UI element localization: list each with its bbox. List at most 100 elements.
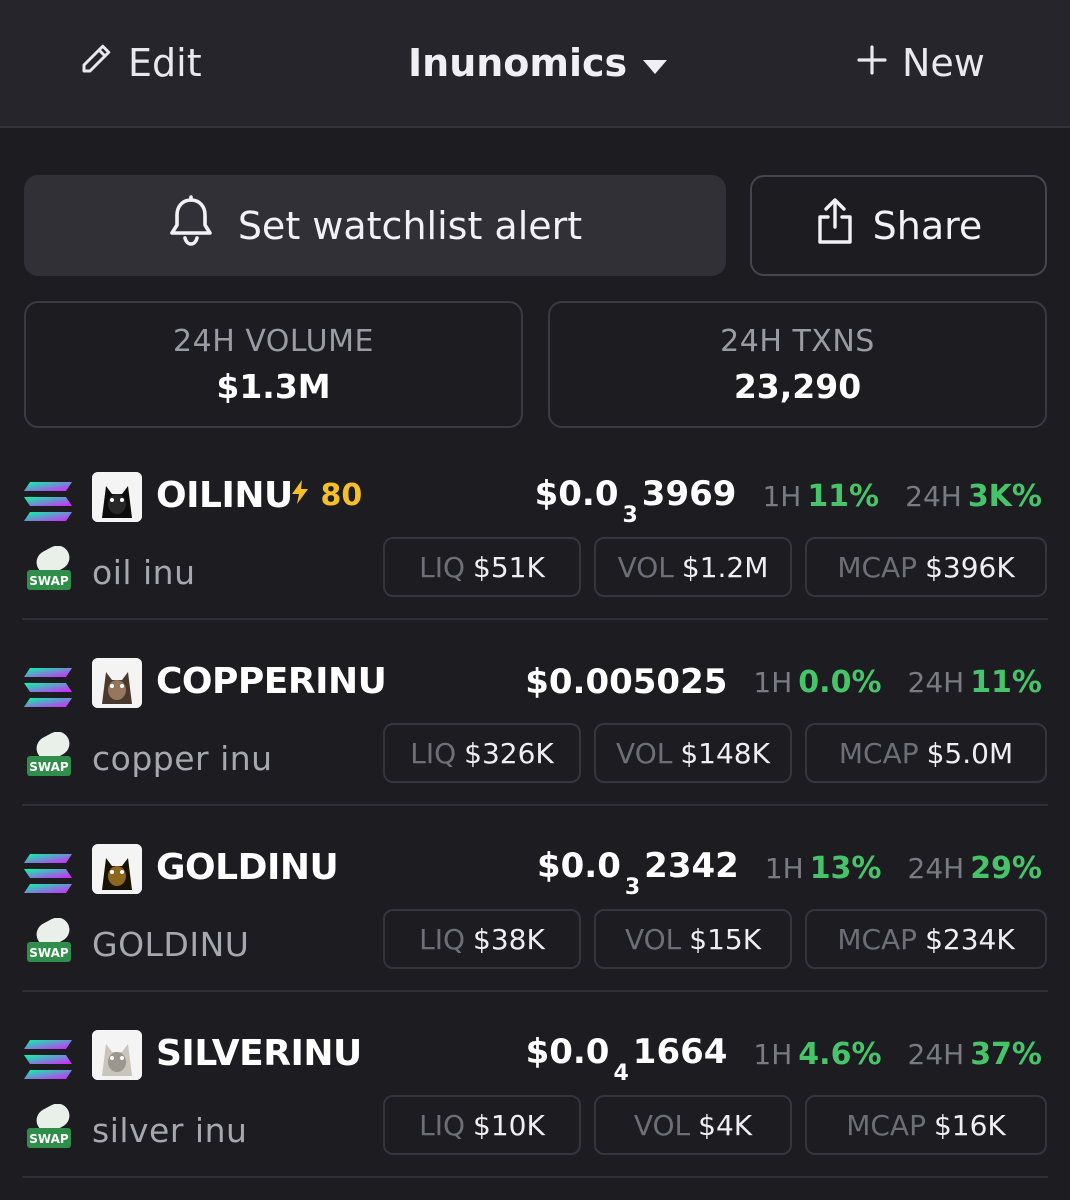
dex-badge-text: SWAP bbox=[29, 574, 69, 588]
edit-label: Edit bbox=[128, 41, 202, 85]
change-24h-value: 29% bbox=[970, 850, 1042, 886]
solana-icon bbox=[22, 480, 74, 528]
liq-pill: LIQ $51K bbox=[383, 537, 581, 597]
solana-icon bbox=[22, 852, 74, 900]
liq-value: $326K bbox=[464, 736, 554, 770]
liq-pill: LIQ $10K bbox=[383, 1095, 581, 1155]
price-main: $0.005025 bbox=[525, 662, 728, 702]
token-price: $0.032342 bbox=[536, 845, 739, 901]
liq-label: LIQ bbox=[419, 550, 466, 584]
change-1h-label: 1H bbox=[753, 665, 793, 699]
price-main: $0.0 bbox=[525, 1031, 610, 1072]
edit-button[interactable]: Edit bbox=[78, 40, 202, 86]
price-line: $0.041664 1H 4.6% 24H 37% bbox=[525, 1029, 1042, 1087]
vol-pill: VOL $4K bbox=[594, 1095, 792, 1155]
set-watchlist-alert-button[interactable]: Set watchlist alert bbox=[24, 175, 726, 276]
change-1h-value: 13% bbox=[809, 850, 882, 886]
liq-label: LIQ bbox=[419, 1108, 466, 1142]
share-label: Share bbox=[872, 203, 983, 248]
token-symbol: SILVERINU bbox=[156, 1033, 362, 1074]
price-tail: 3969 bbox=[641, 473, 737, 514]
change-24h-value: 37% bbox=[970, 1036, 1042, 1072]
solana-icon bbox=[22, 666, 74, 714]
volume-label: 24H VOLUME bbox=[173, 323, 374, 359]
share-icon bbox=[815, 197, 855, 254]
price-line: $0.005025 1H 0.0% 24H 11% bbox=[525, 657, 1042, 707]
new-watchlist-button[interactable]: New bbox=[856, 40, 985, 86]
token-row[interactable]: SILVERINU SWAP silver inu $0.041664 1H 4.6%… bbox=[0, 1010, 1070, 1196]
plus-icon bbox=[856, 41, 888, 85]
change-1h-label: 1H bbox=[762, 479, 802, 513]
dex-badge-text: SWAP bbox=[29, 760, 69, 774]
row-divider bbox=[22, 804, 1048, 806]
vol-pill: VOL $148K bbox=[594, 723, 792, 783]
token-avatar bbox=[92, 1030, 142, 1080]
price-line: $0.033969 1H 11% 24H 3K% bbox=[534, 471, 1042, 529]
liq-value: $38K bbox=[473, 922, 545, 956]
liq-pill: LIQ $38K bbox=[383, 909, 581, 969]
vol-label: VOL bbox=[633, 1108, 691, 1142]
mcap-value: $234K bbox=[925, 922, 1015, 956]
token-name: copper inu bbox=[92, 739, 273, 778]
change-1h-label: 1H bbox=[764, 851, 804, 885]
mcap-value: $5.0M bbox=[926, 736, 1014, 770]
watchlist-title: Inunomics bbox=[408, 41, 628, 85]
change-1h-value: 0.0% bbox=[798, 664, 882, 700]
volume-value: $1.3M bbox=[216, 366, 331, 406]
price-tail: 2342 bbox=[644, 845, 739, 886]
share-button[interactable]: Share bbox=[750, 175, 1047, 276]
alert-label: Set watchlist alert bbox=[237, 203, 583, 248]
vol-label: VOL bbox=[624, 922, 682, 956]
swap-dex-icon: SWAP bbox=[24, 731, 76, 786]
new-label: New bbox=[902, 41, 985, 85]
vol-value: $15K bbox=[689, 922, 762, 956]
vol-label: VOL bbox=[616, 736, 673, 770]
price-main: $0.0 bbox=[536, 845, 621, 886]
mcap-label: MCAP bbox=[837, 922, 918, 956]
token-row[interactable]: GOLDINU SWAP GOLDINU $0.032342 1H 13% 24H 29%… bbox=[0, 824, 1070, 1010]
token-row[interactable]: OILINU 80 SWAP oil inu $0.033969 1H 11% 24H 3… bbox=[0, 452, 1070, 638]
vol-value: $1.2M bbox=[681, 550, 769, 584]
token-avatar bbox=[92, 844, 142, 894]
liq-pill: LIQ $326K bbox=[383, 723, 581, 783]
txns-label: 24H TXNS bbox=[720, 323, 875, 359]
lightning-icon bbox=[290, 478, 320, 513]
liq-label: LIQ bbox=[410, 736, 457, 770]
change-24h-value: 3K% bbox=[967, 478, 1042, 514]
vol-pill: VOL $1.2M bbox=[594, 537, 792, 597]
token-row[interactable]: COPPERINU SWAP copper inu $0.005025 1H 0.0%… bbox=[0, 638, 1070, 824]
token-avatar bbox=[92, 658, 142, 708]
vol-pill: VOL $15K bbox=[594, 909, 792, 969]
change-24h-label: 24H bbox=[907, 851, 965, 885]
bell-icon bbox=[168, 195, 214, 256]
token-avatar bbox=[92, 472, 142, 522]
price-main: $0.0 bbox=[534, 473, 619, 514]
row-divider bbox=[22, 1176, 1048, 1178]
change-1h-label: 1H bbox=[753, 1037, 793, 1071]
token-price: $0.033969 bbox=[534, 473, 737, 529]
price-tail: 1664 bbox=[632, 1031, 728, 1072]
change-1h-value: 11% bbox=[807, 478, 880, 514]
token-symbol: GOLDINU bbox=[156, 847, 339, 888]
change-24h-label: 24H bbox=[907, 665, 965, 699]
liq-value: $10K bbox=[473, 1108, 545, 1142]
token-symbol: COPPERINU bbox=[156, 661, 387, 702]
change-24h-label: 24H bbox=[907, 1037, 965, 1071]
token-name: oil inu bbox=[92, 553, 196, 592]
price-zero-count: 3 bbox=[624, 875, 641, 901]
swap-dex-icon: SWAP bbox=[24, 917, 76, 972]
mcap-label: MCAP bbox=[837, 550, 918, 584]
vol-value: $148K bbox=[680, 736, 770, 770]
top-bar: Edit Inunomics New bbox=[0, 0, 1070, 128]
change-1h-value: 4.6% bbox=[798, 1036, 882, 1072]
txns-stat-card: 24H TXNS 23,290 bbox=[548, 301, 1047, 428]
token-name: silver inu bbox=[92, 1111, 248, 1150]
mcap-pill: MCAP $234K bbox=[805, 909, 1047, 969]
solana-icon bbox=[22, 1038, 74, 1086]
txns-value: 23,290 bbox=[733, 366, 862, 406]
swap-dex-icon: SWAP bbox=[24, 545, 76, 600]
mcap-pill: MCAP $5.0M bbox=[805, 723, 1047, 783]
token-price: $0.041664 bbox=[525, 1031, 728, 1087]
change-24h-label: 24H bbox=[905, 479, 962, 513]
watchlist-selector[interactable]: Inunomics bbox=[408, 40, 669, 86]
